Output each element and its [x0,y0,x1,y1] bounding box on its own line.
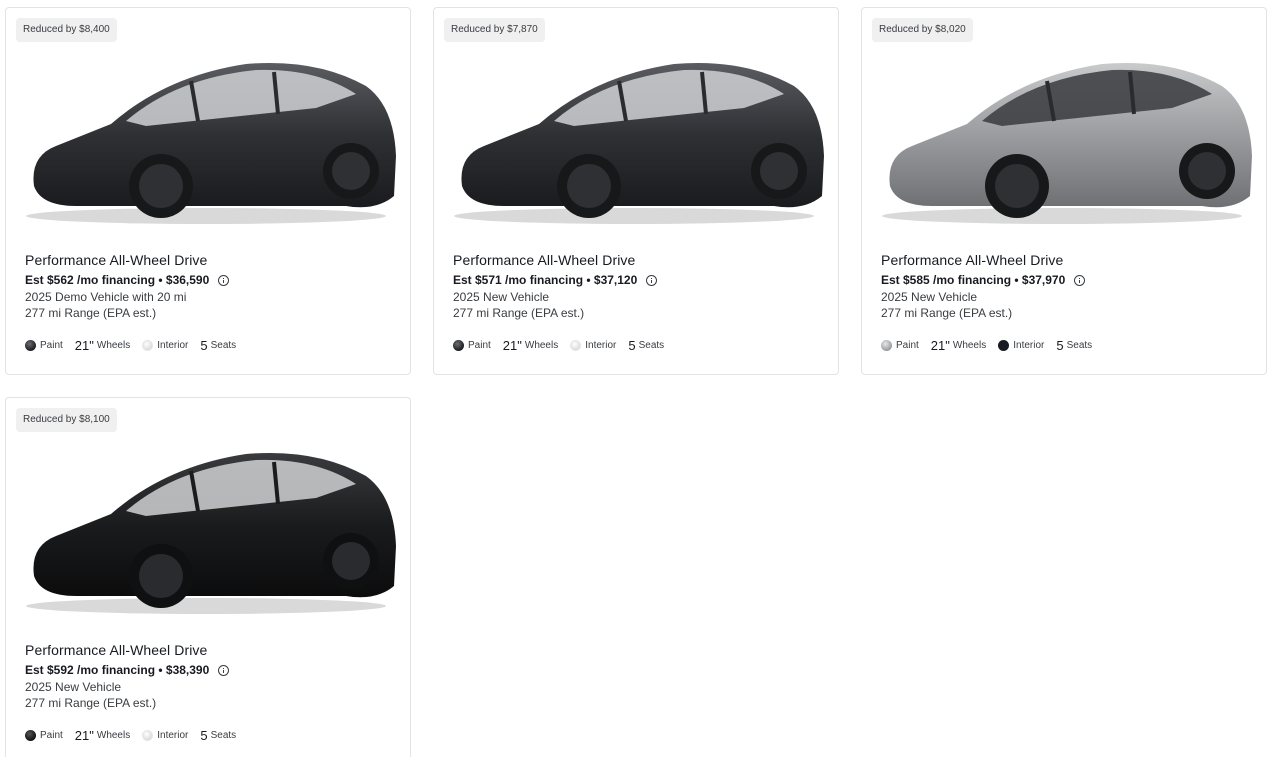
vehicle-range: 277 mi Range (EPA est.) [453,306,585,320]
wheels-value: 21" [502,338,522,353]
vehicle-card[interactable]: Reduced by $7,870 Performance All-Wheel … [433,7,839,375]
financing-price: Est $562 /mo financing • $36,590 [25,273,230,287]
paint-swatch-icon [453,340,464,351]
info-icon[interactable] [218,274,230,286]
seats-value: 5 [628,338,636,353]
price-reduction-badge: Reduced by $7,870 [444,18,545,42]
info-icon[interactable] [1074,274,1086,286]
interior-label: Interior [157,730,189,741]
seats-feature: 5 Seats [628,338,664,353]
interior-feature: Interior [998,340,1044,351]
paint-swatch-icon [25,340,36,351]
seats-label: Seats [638,340,665,351]
paint-feature: Paint [25,730,63,741]
vehicle-title[interactable]: Performance All-Wheel Drive [881,252,1063,268]
financing-price-text: Est $562 /mo financing • $36,590 [25,273,210,287]
wheels-value: 21" [74,728,94,743]
car-image[interactable] [872,46,1252,228]
interior-feature: Interior [570,340,616,351]
car-image[interactable] [16,436,396,618]
wheels-feature: 21" Wheels [75,728,130,743]
vehicle-title[interactable]: Performance All-Wheel Drive [25,642,207,658]
financing-price: Est $592 /mo financing • $38,390 [25,663,230,677]
interior-label: Interior [1013,340,1045,351]
seats-value: 5 [200,728,208,743]
interior-swatch-icon [570,340,582,351]
feature-list: Paint 21" Wheels Interior 5 Seats [881,338,1104,353]
vehicle-range: 277 mi Range (EPA est.) [25,696,157,710]
feature-list: Paint 21" Wheels Interior 5 Seats [25,338,248,353]
wheels-label: Wheels [96,730,131,741]
paint-swatch-icon [881,340,892,351]
price-reduction-badge: Reduced by $8,020 [872,18,973,42]
paint-swatch-icon [25,730,36,741]
info-icon[interactable] [218,664,230,676]
interior-label: Interior [157,340,189,351]
seats-label: Seats [210,340,237,351]
price-reduction-badge: Reduced by $8,400 [16,18,117,42]
paint-label: Paint [896,340,919,351]
vehicle-title[interactable]: Performance All-Wheel Drive [453,252,635,268]
feature-list: Paint 21" Wheels Interior 5 Seats [453,338,676,353]
paint-label: Paint [40,730,63,741]
seats-feature: 5 Seats [200,338,236,353]
car-image[interactable] [444,46,824,228]
wheels-value: 21" [930,338,950,353]
price-reduction-badge: Reduced by $8,100 [16,408,117,432]
info-icon[interactable] [646,274,658,286]
seats-label: Seats [1066,340,1093,351]
vehicle-range: 277 mi Range (EPA est.) [25,306,157,320]
wheels-label: Wheels [524,340,559,351]
interior-label: Interior [585,340,617,351]
vehicle-condition: 2025 New Vehicle [453,290,550,304]
interior-feature: Interior [142,340,188,351]
financing-price: Est $571 /mo financing • $37,120 [453,273,658,287]
financing-price-text: Est $585 /mo financing • $37,970 [881,273,1066,287]
vehicle-range: 277 mi Range (EPA est.) [881,306,1013,320]
interior-feature: Interior [142,730,188,741]
vehicle-condition: 2025 New Vehicle [881,290,978,304]
paint-label: Paint [468,340,491,351]
paint-feature: Paint [453,340,491,351]
wheels-value: 21" [74,338,94,353]
financing-price-text: Est $592 /mo financing • $38,390 [25,663,210,677]
interior-swatch-icon [142,730,154,741]
wheels-label: Wheels [952,340,987,351]
wheels-feature: 21" Wheels [75,338,130,353]
interior-swatch-icon [998,340,1010,351]
paint-feature: Paint [25,340,63,351]
wheels-feature: 21" Wheels [931,338,986,353]
paint-label: Paint [40,340,63,351]
vehicle-title[interactable]: Performance All-Wheel Drive [25,252,207,268]
seats-feature: 5 Seats [1056,338,1092,353]
feature-list: Paint 21" Wheels Interior 5 Seats [25,728,248,743]
wheels-feature: 21" Wheels [503,338,558,353]
seats-feature: 5 Seats [200,728,236,743]
vehicle-card[interactable]: Reduced by $8,100 Performance All-Wheel … [5,397,411,757]
financing-price: Est $585 /mo financing • $37,970 [881,273,1086,287]
seats-label: Seats [210,730,237,741]
vehicle-card[interactable]: Reduced by $8,020 Performance All-Wheel … [861,7,1267,375]
financing-price-text: Est $571 /mo financing • $37,120 [453,273,638,287]
paint-feature: Paint [881,340,919,351]
seats-value: 5 [200,338,208,353]
car-image[interactable] [16,46,396,228]
interior-swatch-icon [142,340,154,351]
seats-value: 5 [1056,338,1064,353]
wheels-label: Wheels [96,340,131,351]
vehicle-card[interactable]: Reduced by $8,400 Performance All-Wheel … [5,7,411,375]
vehicle-condition: 2025 New Vehicle [25,680,122,694]
vehicle-condition: 2025 Demo Vehicle with 20 mi [25,290,187,304]
